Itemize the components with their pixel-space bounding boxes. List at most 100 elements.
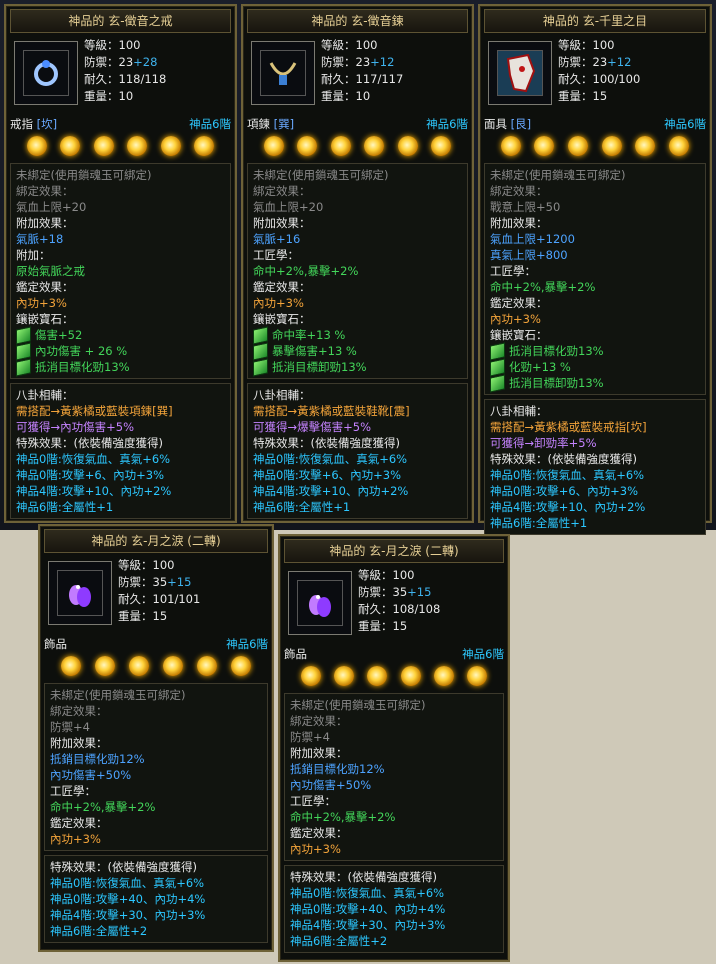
craft-value: 命中+2%,暴擊+2% [50,800,156,814]
add-effect-label: 附加效果： [253,216,311,230]
bind-effect-value: 氣血上限+20 [253,200,324,214]
special-effects: 八卦相輔： 需搭配→黃紫橘或藍裝鞋靴[震] 可獲得→爆擊傷害+5% 特殊效果：(依裝備… [247,383,468,519]
gem-slot[interactable]: 抵消目標化勁13% [16,357,225,377]
enhance-orb-icon [601,136,622,156]
gem-value: 內功傷害 + 26 % [35,344,128,358]
item-tooltip-3: 神品的 玄-千里之目 等級：100 防禦：23+12 耐久：100/100 重量… [478,4,712,535]
enhance-orb-icon [330,136,351,156]
stat-defense: 防禦：35+15 [118,575,192,589]
gem-slot[interactable]: 傷害+52 [16,325,225,345]
slot-type: 項鍊 [巽] [247,117,295,131]
slot-type: 面具 [艮] [484,117,532,131]
enhance-orbs [484,133,706,159]
special-label: 特殊效果：(依裝備強度獲得) [253,436,400,450]
bind-status: 未綁定(使用鎖魂玉可綁定) [16,168,152,182]
special-value: 神品4階:攻擊+10、內功+2% [253,484,409,498]
enhance-orb-icon [669,136,690,156]
bagua-get: 可獲得→爆擊傷害+5% [253,420,372,434]
stat-durability: 耐久：100/100 [558,72,641,86]
gem-slot[interactable]: 內功傷害 + 26 % [16,341,225,361]
special-value: 神品4階:攻擊+10、內功+2% [490,500,646,514]
item-tooltip-1: 神品的 玄-徵音之戒 等級：100 防禦：23+28 耐久：118/118 重量… [4,4,237,523]
bagua-need: 需搭配→黃紫橘或藍裝戒指[坎] [490,420,647,434]
bind-effect-label: 綁定效果： [253,184,311,198]
item-icon-frame[interactable] [14,41,78,105]
gem-slot[interactable]: 抵消目標化勁13% [490,341,700,361]
stat-level: 等級：100 [321,38,378,52]
main-attributes: 未綁定(使用鎖魂玉可綁定) 綁定效果： 氣血上限+20 附加效果： 氣脈+18 附加： 原始… [10,163,231,379]
stat-level: 等級：100 [358,568,415,582]
bind-status: 未綁定(使用鎖魂玉可綁定) [50,688,186,702]
gem-value: 抵消目標化勁13% [35,360,130,374]
enhance-orb-icon [333,666,354,686]
ident-value: 內功+3% [490,312,541,326]
craft-label: 工匠學： [50,784,96,798]
item-icon-frame[interactable] [488,41,552,105]
special-effects: 特殊效果：(依裝備強度獲得) 神品0階:恢復氣血、真氣+6% 神品0階:攻擊+40、… [44,855,268,943]
main-attributes: 未綁定(使用鎖魂玉可綁定) 綁定效果： 防禦+4 附加效果： 抵銷目標化勁12% 內功傷害… [284,693,504,861]
gem-slot[interactable]: 命中率+13 % [253,325,462,345]
special-value: 神品6階:全屬性+2 [290,934,388,948]
enhance-orbs [10,133,231,159]
gem-slot[interactable]: 暴擊傷害+13 % [253,341,462,361]
slot-type: 飾品 [284,647,307,661]
special-value: 神品0階:恢復氣血、真氣+6% [50,876,205,890]
stat-defense: 防禦：23+12 [558,55,632,69]
gem-value: 化勁+13 % [509,360,571,374]
bind-effect-label: 綁定效果： [490,184,548,198]
enhance-orb-icon [160,136,181,156]
gem-value: 暴擊傷害+13 % [272,344,357,358]
craft-value: 命中+2%,暴擊+2% [253,264,359,278]
enhance-orb-icon [61,656,81,676]
special-effects: 八卦相輔： 需搭配→黃紫橘或藍裝項鍊[巽] 可獲得→內功傷害+5% 特殊效果：(依裝備… [10,383,231,519]
ident-value: 內功+3% [16,296,67,310]
item-icon-frame[interactable] [288,571,352,635]
gem-slot[interactable]: 抵消目標卸勁13% [490,373,700,393]
special-value: 神品0階:攻擊+6、內功+3% [490,484,639,498]
special-value: 神品0階:攻擊+6、內功+3% [16,468,165,482]
special-value: 神品6階:全屬性+1 [253,500,351,514]
main-attributes: 未綁定(使用鎖魂玉可綁定) 綁定效果： 防禦+4 附加效果： 抵銷目標化勁12% 內功傷害… [44,683,268,851]
add-effect-value: 氣脈+16 [253,232,301,246]
bind-status: 未綁定(使用鎖魂玉可綁定) [290,698,426,712]
bagua-get: 可獲得→內功傷害+5% [16,420,135,434]
special-value: 神品4階:攻擊+10、內功+2% [16,484,172,498]
enhance-orb-icon [129,656,149,676]
tier-label: 神品6階 [189,117,231,131]
slot-type: 戒指 [坎] [10,117,58,131]
enhance-orb-icon [163,656,183,676]
gem-icon [490,373,505,393]
ident-label: 鑑定效果： [16,280,74,294]
bind-effect-label: 綁定效果： [290,714,348,728]
enhance-orb-icon [26,136,47,156]
special-label: 特殊效果：(依裝備強度獲得) [290,870,437,884]
craft-label: 工匠學： [253,248,299,262]
main-attributes: 未綁定(使用鎖魂玉可綁定) 綁定效果： 氣血上限+20 附加效果： 氣脈+16 工匠學： 命… [247,163,468,379]
add-effect-value: 內功傷害+50% [50,768,132,782]
item-title: 神品的 玄-月之淚 (二轉) [44,529,268,553]
item-tooltip-2: 神品的 玄-徵音鍊 等級：100 防禦：23+12 耐久：117/117 重量：… [241,4,474,523]
enhance-orb-icon [194,136,215,156]
enhance-orb-icon [500,136,521,156]
gem-slot[interactable]: 化勁+13 % [490,357,700,377]
item-stats: 等級：100 防禦：23+12 耐久：100/100 重量：15 [558,37,640,113]
tier-label: 神品6階 [226,637,268,651]
bind-status: 未綁定(使用鎖魂玉可綁定) [490,168,626,182]
tier-label: 神品6階 [664,117,706,131]
stat-defense: 防禦：23+28 [84,55,158,69]
item-icon-frame[interactable] [48,561,112,625]
stat-weight: 重量：10 [321,89,371,103]
extra-label: 附加： [16,248,51,262]
craft-value: 命中+2%,暴擊+2% [290,810,396,824]
enhance-orb-icon [300,666,321,686]
special-value: 神品6階:全屬性+2 [50,924,148,938]
gem-label: 鑲嵌寶石： [16,312,74,326]
mask-icon [497,50,543,96]
ident-label: 鑑定效果： [290,826,348,840]
item-icon-frame[interactable] [251,41,315,105]
gem-slot[interactable]: 抵消目標卸勁13% [253,357,462,377]
gem-value: 抵消目標卸勁13% [272,360,367,374]
bagua-need: 需搭配→黃紫橘或藍裝鞋靴[震] [253,404,410,418]
ident-label: 鑑定效果： [50,816,108,830]
ident-label: 鑑定效果： [253,280,311,294]
